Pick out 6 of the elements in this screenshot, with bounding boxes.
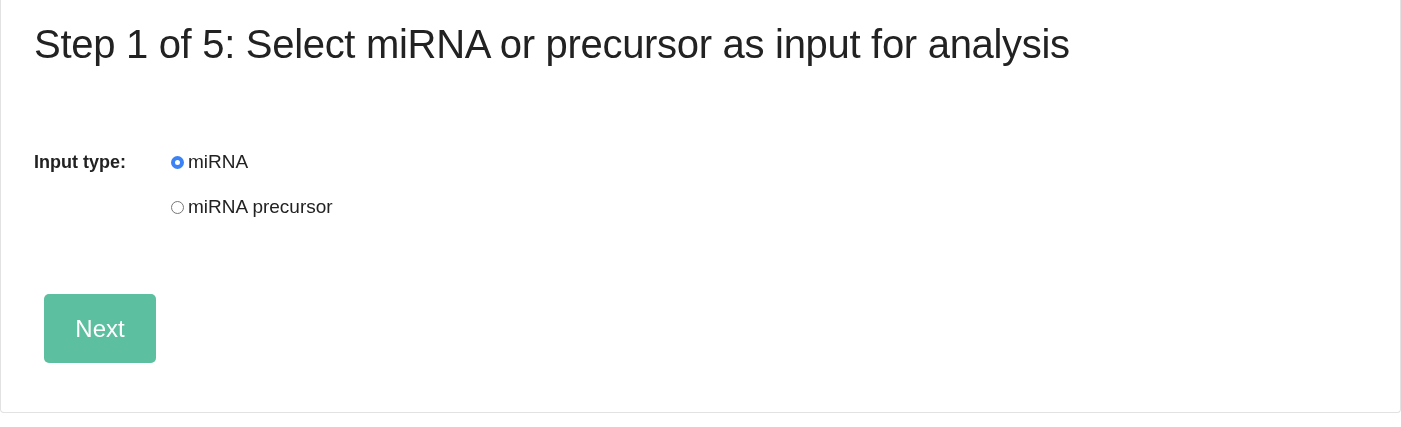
field-label: Input type: xyxy=(34,151,127,174)
option-label: miRNA xyxy=(188,150,249,174)
radio-option[interactable]: miRNA xyxy=(171,150,333,174)
radio-button[interactable] xyxy=(171,155,184,169)
radio-button[interactable] xyxy=(171,200,184,214)
page-title: Step 1 of 5: Select miRNA or precursor as input for analysis xyxy=(34,21,1071,68)
